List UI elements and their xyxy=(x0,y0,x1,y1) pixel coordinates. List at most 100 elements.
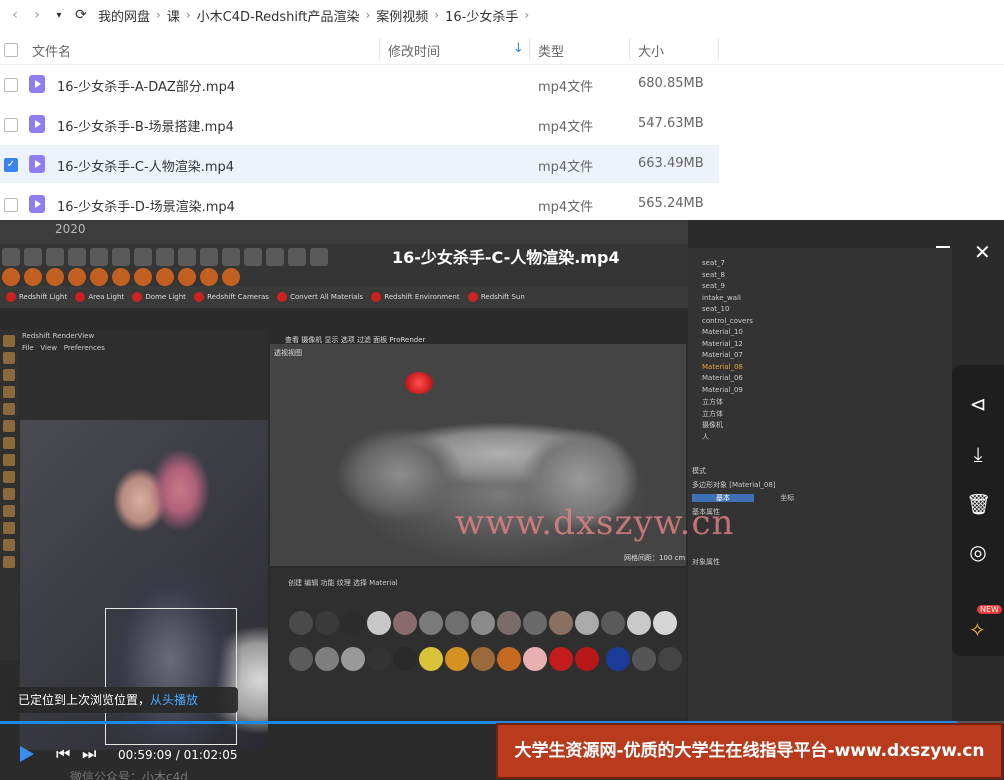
file-size: 663.49MB xyxy=(638,156,704,171)
new-badge: NEW xyxy=(977,605,1002,614)
object-item[interactable]: control_covers xyxy=(688,316,952,328)
object-item[interactable]: 人 xyxy=(688,431,952,443)
target-icon[interactable]: ◎ xyxy=(966,540,990,564)
object-item[interactable]: Material_12 xyxy=(688,339,952,351)
file-name[interactable]: 16-少女杀手-A-DAZ部分.mp4 xyxy=(57,76,235,95)
ad-banner[interactable]: 大学生资源网-优质的大学生在线指导平台-www.dxszyw.cn xyxy=(496,723,1003,779)
attr-tab-basic[interactable]: 基本 xyxy=(692,494,754,502)
row-checkbox[interactable] xyxy=(4,198,18,212)
select-all-checkbox[interactable] xyxy=(4,43,18,57)
row-checkbox[interactable] xyxy=(4,118,18,132)
column-divider xyxy=(718,38,719,60)
viewport-menu: 查看 摄像机 显示 选项 过滤 面板 ProRender xyxy=(285,336,426,344)
breadcrumb-item[interactable]: 小木C4D-Redshift产品渲染 xyxy=(197,6,360,25)
breadcrumb-separator: › xyxy=(156,8,161,22)
next-icon[interactable]: ⏭ xyxy=(82,744,96,764)
previous-icon[interactable]: ⏮ xyxy=(56,744,70,764)
video-player[interactable]: 2020 Redshift Light Area Light Dome Ligh… xyxy=(0,220,1004,780)
menu-view[interactable]: View xyxy=(40,344,57,352)
video-file-icon xyxy=(29,195,45,213)
file-size: 680.85MB xyxy=(638,76,704,91)
shelf-item[interactable]: Redshift Light xyxy=(6,286,67,308)
pin-icon: ✧ xyxy=(969,618,986,642)
breadcrumb-separator: › xyxy=(524,8,530,22)
column-divider xyxy=(629,38,630,60)
file-name[interactable]: 16-少女杀手-B-场景搭建.mp4 xyxy=(57,116,234,135)
object-item[interactable]: 立方体 xyxy=(688,396,952,408)
object-item[interactable]: seat_9 xyxy=(688,281,952,293)
row-checkbox[interactable] xyxy=(4,78,18,92)
renderview-title: Redshift RenderView xyxy=(22,332,95,340)
chevron-left-icon[interactable]: ‹ xyxy=(4,7,26,23)
file-size: 565.24MB xyxy=(638,196,704,211)
attr-section: 对象属性 xyxy=(692,558,720,566)
object-item[interactable]: 摄像机 xyxy=(688,419,952,431)
share-icon[interactable]: ⊲ xyxy=(966,392,990,416)
column-divider xyxy=(529,38,530,60)
file-name[interactable]: 16-少女杀手-D-场景渲染.mp4 xyxy=(57,196,235,215)
breadcrumb-separator: › xyxy=(365,8,371,22)
attr-title: 多边形对象 [Material_08] xyxy=(692,481,776,489)
video-title: 16-少女杀手-C-人物渲染.mp4 xyxy=(392,248,620,267)
breadcrumb-current[interactable]: 16-少女杀手 xyxy=(445,6,518,25)
chevron-right-icon[interactable]: › xyxy=(26,7,48,23)
material-manager: 创建 编辑 功能 纹理 选择 Material xyxy=(270,568,686,718)
play-icon[interactable] xyxy=(20,746,34,762)
object-item[interactable]: seat_7 xyxy=(688,258,952,270)
menu-preferences[interactable]: Preferences xyxy=(64,344,105,352)
arrow-down-icon[interactable]: ↓ xyxy=(513,41,524,56)
object-item[interactable]: Material_06 xyxy=(688,373,952,385)
breadcrumb-root[interactable]: 我的网盘 xyxy=(98,6,150,25)
footer-text: 微信公众号：小木c4d xyxy=(70,770,188,780)
file-row[interactable]: 16-少女杀手-D-场景渲染.mp4 mp4文件 565.24MB xyxy=(0,185,1004,223)
close-icon[interactable]: ✕ xyxy=(974,240,991,264)
object-item[interactable]: Material_07 xyxy=(688,350,952,362)
breadcrumb-item[interactable]: 案例视频 xyxy=(376,6,428,25)
delete-icon[interactable]: 🗑 xyxy=(966,492,991,516)
shelf-item[interactable]: Redshift Cameras xyxy=(194,286,269,308)
column-size[interactable]: 大小 xyxy=(638,41,664,60)
attr-mode[interactable]: 模式 xyxy=(692,466,952,476)
download-icon[interactable]: ⤓ xyxy=(966,442,990,466)
column-divider xyxy=(379,38,380,60)
file-name[interactable]: 16-少女杀手-C-人物渲染.mp4 xyxy=(57,156,234,175)
object-item[interactable]: Material_09 xyxy=(688,385,952,397)
time-display: 00:59:09 / 01:02:05 xyxy=(118,748,238,762)
file-row-selected[interactable]: ✓ 16-少女杀手-C-人物渲染.mp4 mp4文件 663.49MB xyxy=(0,145,719,183)
attr-tab-coord[interactable]: 坐标 xyxy=(756,494,818,502)
column-modified[interactable]: 修改时间 xyxy=(388,41,440,60)
object-item-selected[interactable]: Material_08 xyxy=(688,362,952,374)
column-name[interactable]: 文件名 xyxy=(32,41,71,60)
shelf-item[interactable]: Redshift Sun xyxy=(468,286,525,308)
object-item[interactable]: 立方体 xyxy=(688,408,952,420)
object-item[interactable]: seat_8 xyxy=(688,270,952,282)
material-menu: 创建 编辑 功能 纹理 选择 Material xyxy=(288,579,398,587)
toast-text: 已定位到上次浏览位置， xyxy=(18,693,151,707)
resume-toast: 已定位到上次浏览位置，从头播放 xyxy=(8,687,238,713)
material-swatches xyxy=(288,608,686,680)
file-type: mp4文件 xyxy=(538,160,594,175)
object-item[interactable]: Material_10 xyxy=(688,327,952,339)
shelf-item[interactable]: Dome Light xyxy=(132,286,186,308)
object-manager: seat_7 seat_8 seat_9 intake_wall seat_10… xyxy=(688,248,952,738)
shelf-item[interactable]: Area Light xyxy=(75,286,124,308)
row-checkbox-checked[interactable]: ✓ xyxy=(4,158,18,172)
file-type: mp4文件 xyxy=(538,200,594,215)
caret-down-icon[interactable]: ▾ xyxy=(48,10,70,21)
grid-spacing-label: 网格间距：100 cm xyxy=(624,554,686,562)
menu-file[interactable]: File xyxy=(22,344,34,352)
c4d-toolbar-2 xyxy=(0,266,688,286)
renderview-menu: File View Preferences xyxy=(18,342,268,354)
file-row[interactable]: 16-少女杀手-B-场景搭建.mp4 mp4文件 547.63MB xyxy=(0,105,1004,143)
object-item[interactable]: intake_wall xyxy=(688,293,952,305)
breadcrumb-item[interactable]: 课 xyxy=(167,6,180,25)
object-item[interactable]: seat_10 xyxy=(688,304,952,316)
file-type: mp4文件 xyxy=(538,80,594,95)
file-size: 547.63MB xyxy=(638,116,704,131)
column-type[interactable]: 类型 xyxy=(538,41,564,60)
shelf-item[interactable]: Convert All Materials xyxy=(277,286,363,308)
refresh-icon[interactable]: ⟳ xyxy=(70,7,92,23)
file-row[interactable]: 16-少女杀手-A-DAZ部分.mp4 mp4文件 680.85MB xyxy=(0,65,1004,103)
shelf-item[interactable]: Redshift Environment xyxy=(371,286,459,308)
restart-link[interactable]: 从头播放 xyxy=(150,693,198,707)
